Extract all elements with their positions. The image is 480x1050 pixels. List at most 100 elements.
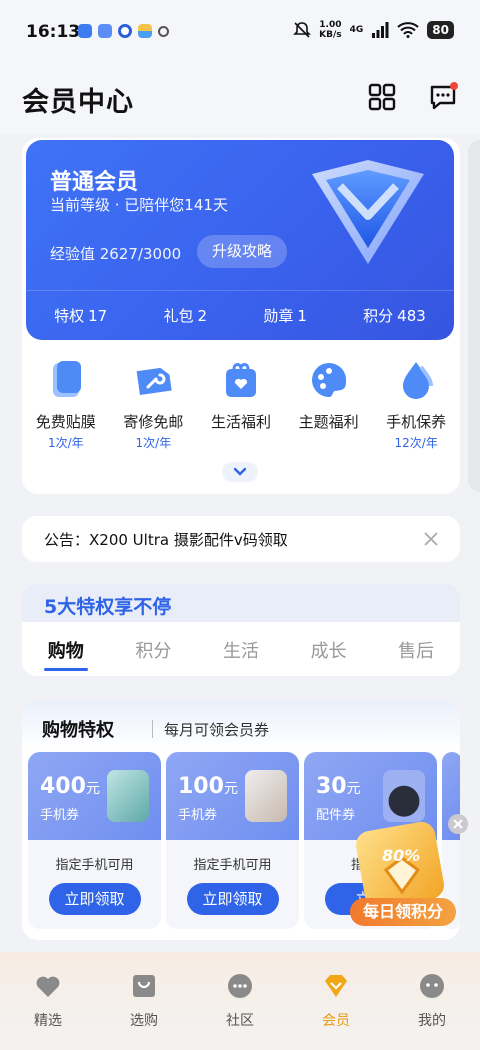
app-notification-icon	[158, 26, 169, 37]
chat-icon	[228, 974, 252, 998]
benefit-phone-care[interactable]: 手机保养 12次/年	[374, 355, 458, 455]
shopping-subtitle: 每月可领会员券	[164, 721, 270, 739]
diamond-badge-icon	[312, 160, 424, 264]
benefit-label: 生活福利	[210, 413, 271, 431]
coupon-amount: 400元	[40, 774, 100, 799]
benefit-shortcuts: 免费贴膜 1次/年 寄修免邮 1次/年 生活福利 主题福利 手机保养 12次/年	[22, 355, 460, 455]
coupon-unit: 元	[85, 781, 100, 797]
stat-label: 勋章	[263, 306, 294, 325]
close-icon[interactable]	[422, 530, 440, 548]
stat-value: 2	[197, 306, 208, 325]
stat-privileges[interactable]: 特权 17	[54, 305, 107, 326]
badge-percent: 80%	[382, 846, 421, 865]
app-notification-icon	[98, 24, 112, 38]
stat-value: 17	[88, 306, 108, 325]
upgrade-guide-button[interactable]: 升级攻略	[197, 235, 287, 268]
battery-indicator: 80	[427, 21, 454, 39]
app-notification-icon	[118, 24, 132, 38]
close-icon	[453, 819, 463, 829]
coupon-card[interactable]: 100元 手机券 指定手机可用 立即领取	[166, 752, 299, 929]
member-level-title: 普通会员	[50, 170, 139, 195]
stat-value: 1	[297, 306, 307, 325]
nav-community[interactable]: 社区	[205, 952, 275, 1050]
qr-scan-icon[interactable]	[367, 82, 397, 112]
expand-benefits-button[interactable]	[222, 462, 258, 482]
page-header: 会员中心	[0, 62, 480, 134]
coupon-type: 手机券	[178, 808, 218, 823]
bottom-navigation: 精选 选购 社区 会员 我的	[0, 952, 480, 1050]
privilege-tabs: 购物 积分 生活 成长 售后	[22, 624, 460, 676]
benefit-free-film[interactable]: 免费贴膜 1次/年	[24, 355, 108, 455]
tab-shopping[interactable]: 购物	[43, 637, 88, 671]
network-speed: 1.00 KB/s	[319, 20, 341, 40]
nav-profile[interactable]: 我的	[397, 952, 467, 1050]
coupon-description: 指定手机可用	[55, 858, 134, 873]
stat-label: 特权	[54, 306, 85, 325]
coupon-amount: 100元	[178, 774, 238, 799]
app-notification-icon	[78, 24, 92, 38]
coupon-amount-value: 100	[178, 774, 224, 799]
member-level-subtitle: 当前等级 · 已陪伴您141天	[50, 196, 228, 214]
earbuds-image	[383, 770, 425, 822]
tab-points[interactable]: 积分	[131, 637, 175, 663]
claim-coupon-button[interactable]: 立即领取	[48, 883, 141, 915]
announcement-bar[interactable]: 公告：X200 Ultra 摄影配件v码领取	[22, 516, 460, 562]
privileges-title: 5大特权享不停	[44, 596, 172, 618]
coupon-header: 400元 手机券	[28, 752, 161, 840]
announcement-text: 公告：X200 Ultra 摄影配件v码领取	[44, 531, 288, 549]
coupon-unit: 元	[346, 781, 361, 797]
benefit-label: 手机保养	[386, 413, 447, 431]
close-badge-button[interactable]	[448, 814, 468, 834]
wifi-icon	[397, 22, 419, 38]
benefit-life-welfare[interactable]: 生活福利	[199, 355, 283, 455]
benefit-free-repair-shipping[interactable]: 寄修免邮 1次/年	[111, 355, 195, 455]
coupon-header: 100元 手机券	[166, 752, 299, 840]
stat-points[interactable]: 积分 483	[363, 305, 426, 326]
phone-image	[245, 770, 287, 822]
heart-icon	[36, 976, 60, 997]
coupon-amount-value: 30	[316, 774, 347, 799]
member-stats: 特权 17 礼包 2 勋章 1 积分 483	[26, 290, 454, 340]
benefit-quota: 1次/年	[47, 436, 84, 450]
nav-shop[interactable]: 选购	[109, 952, 179, 1050]
coupon-description: 指定手机可用	[193, 858, 272, 873]
nav-featured[interactable]: 精选	[13, 952, 83, 1050]
next-card-peek	[468, 140, 480, 492]
claim-coupon-button[interactable]: 立即领取	[186, 883, 279, 915]
tab-life[interactable]: 生活	[219, 637, 263, 663]
stat-value: 483	[397, 306, 426, 325]
coupon-amount: 30元	[316, 774, 361, 799]
signal-icon	[372, 22, 389, 38]
page-title: 会员中心	[22, 87, 134, 118]
benefit-label: 寄修免邮	[123, 413, 184, 431]
shopping-bag-icon	[133, 975, 155, 997]
diamond-icon	[325, 975, 347, 997]
app-notification-icon	[138, 24, 152, 38]
stat-label: 积分	[363, 306, 394, 325]
coupon-type: 手机券	[40, 808, 80, 823]
shopping-title: 购物特权	[42, 720, 114, 741]
status-bar: 16:13 1.00 KB/s 4G 80	[0, 0, 480, 62]
nav-label: 我的	[418, 1013, 446, 1029]
experience-value: 经验值 2627/3000	[50, 245, 182, 263]
benefit-label: 主题福利	[298, 413, 359, 431]
benefit-theme-welfare[interactable]: 主题福利	[287, 355, 371, 455]
stat-gift-packs[interactable]: 礼包 2	[164, 305, 208, 326]
privileges-section: 5大特权享不停 购物 积分 生活 成长 售后	[22, 584, 460, 676]
daily-points-label[interactable]: 每日领积分	[350, 898, 456, 926]
nav-member[interactable]: 会员	[301, 952, 371, 1050]
water-drop-icon	[403, 362, 434, 399]
speed-unit: KB/s	[319, 30, 342, 40]
nav-label: 社区	[226, 1013, 254, 1029]
tab-growth[interactable]: 成长	[307, 637, 351, 663]
mute-bell-icon	[293, 22, 312, 38]
stat-medals[interactable]: 勋章 1	[263, 305, 307, 326]
member-card[interactable]: 普通会员 当前等级 · 已陪伴您141天 经验值 2627/3000 升级攻略 …	[26, 140, 454, 340]
message-icon[interactable]	[428, 82, 458, 112]
network-type: 4G	[349, 25, 364, 35]
coupon-amount-value: 400	[40, 774, 86, 799]
coupon-card[interactable]: 400元 手机券 指定手机可用 立即领取	[28, 752, 161, 929]
benefit-quota: 1次/年	[135, 436, 172, 450]
screen-film-icon	[52, 361, 81, 397]
tab-after-sales[interactable]: 售后	[394, 637, 438, 663]
